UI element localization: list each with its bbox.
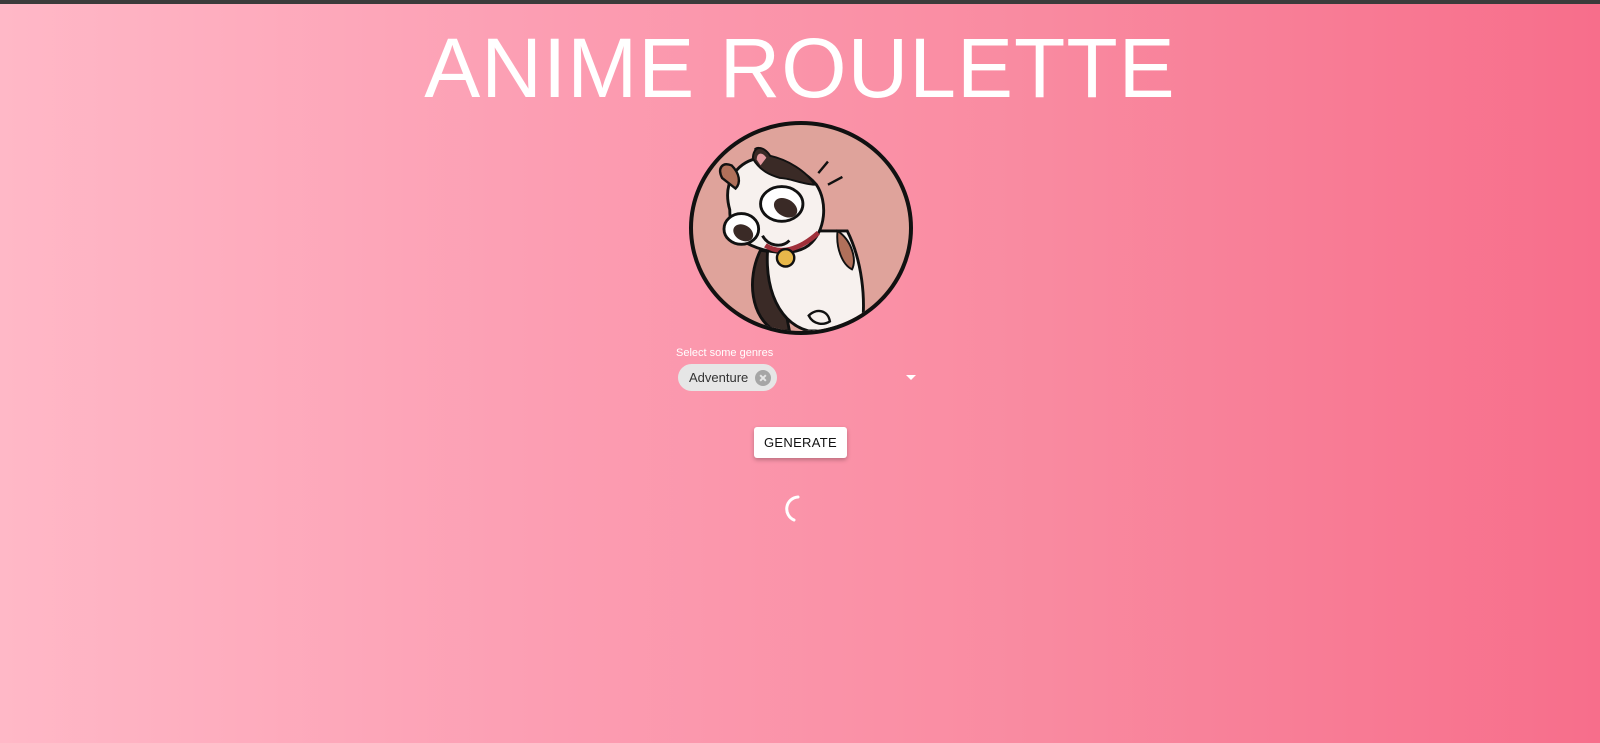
cancel-circle-icon[interactable] [755,369,772,386]
loading-spinner-icon [785,495,800,522]
genre-select-field[interactable]: Adventure [676,362,924,392]
genre-select-label: Select some genres [676,347,774,359]
page-title: ANIME ROULETTE [424,21,1176,115]
cat-avatar-icon [689,121,913,335]
window-top-border [0,0,1600,4]
genre-chip-adventure[interactable]: Adventure [678,364,778,391]
chevron-down-icon[interactable] [906,375,916,380]
generate-button[interactable]: GENERATE [754,427,847,458]
chip-label: Adventure [689,370,749,385]
genre-select[interactable]: Select some genres Adventure [676,346,924,392]
